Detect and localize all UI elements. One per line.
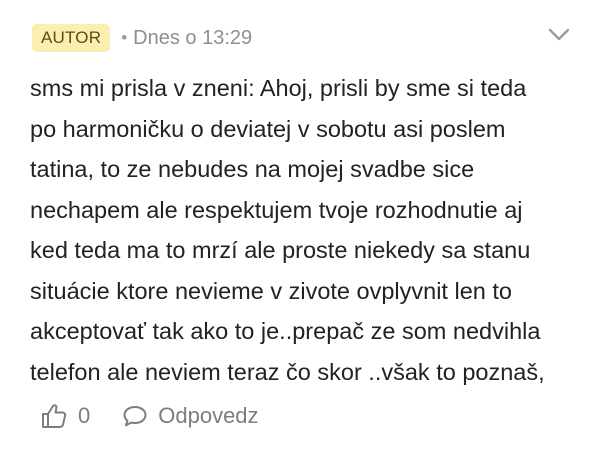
comment-card: AUTOR • Dnes o 13:29 sms mi prisla v zne… [0, 0, 600, 451]
reply-button[interactable]: Odpovedz [122, 403, 259, 429]
comment-header: AUTOR • Dnes o 13:29 [32, 22, 252, 54]
comment-text: sms mi prisla v zneni: Ahoj, prisli by s… [30, 75, 545, 385]
like-button[interactable]: 0 [40, 402, 90, 430]
chevron-down-icon[interactable] [548, 28, 570, 42]
author-badge: AUTOR [32, 24, 111, 52]
speech-bubble-icon [123, 406, 147, 427]
separator-dot: • [121, 28, 128, 47]
reply-label: Odpovedz [158, 403, 259, 428]
timestamp: Dnes o 13:29 [133, 26, 253, 49]
like-count: 0 [78, 403, 91, 428]
comment-actions: 0 Odpovedz [40, 398, 259, 434]
thumbs-up-icon [42, 404, 67, 428]
